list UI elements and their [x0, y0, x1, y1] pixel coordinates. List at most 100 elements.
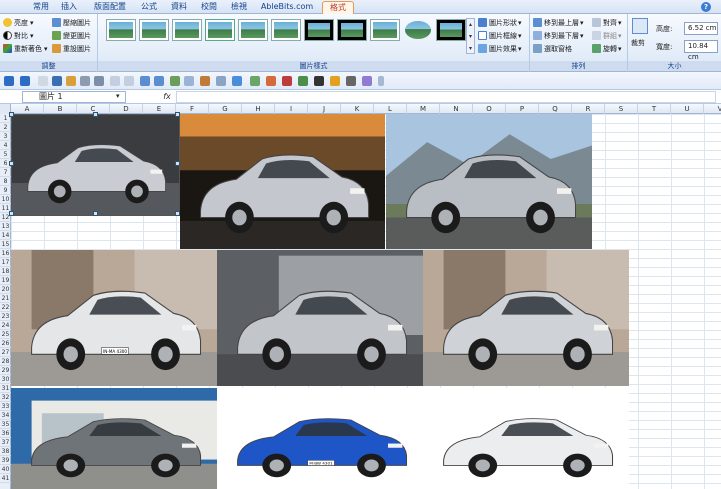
shape-tool-icon[interactable]	[200, 76, 210, 86]
formula-input[interactable]	[176, 91, 716, 103]
group-button[interactable]: 群組 ▾	[592, 30, 622, 41]
column-header[interactable]: A	[11, 104, 44, 114]
picture-style-4[interactable]	[205, 19, 235, 41]
row-header[interactable]: 22	[0, 303, 11, 312]
row-header[interactable]: 18	[0, 267, 11, 276]
table-icon[interactable]	[216, 76, 226, 86]
row-header[interactable]: 24	[0, 321, 11, 330]
selection-pane-button[interactable]: 選取窗格	[533, 43, 572, 54]
column-header[interactable]: U	[671, 104, 704, 114]
undo-icon[interactable]	[4, 76, 14, 86]
picture-style-9[interactable]	[370, 19, 400, 41]
row-header[interactable]: 33	[0, 402, 11, 411]
align-button[interactable]: 對齊 ▾	[592, 17, 622, 28]
car-photo[interactable]: M·BW 4301	[217, 388, 423, 489]
row-header[interactable]: 7	[0, 168, 11, 177]
column-header[interactable]: I	[275, 104, 308, 114]
picture-shape-button[interactable]: 圖片形狀 ▾	[478, 17, 522, 28]
macro-icon[interactable]	[298, 76, 308, 86]
contrast-button[interactable]: 對比 ▾	[3, 30, 34, 41]
column-header[interactable]: N	[440, 104, 473, 114]
tab-home[interactable]: 常用	[30, 1, 52, 14]
picture-effects-button[interactable]: 圖片效果 ▾	[478, 43, 522, 54]
name-box[interactable]: 圖片 1	[22, 91, 126, 103]
tab-page-layout[interactable]: 版面配置	[90, 1, 130, 14]
tab-ablebits[interactable]: AbleBits.com	[258, 1, 316, 14]
picture-style-11[interactable]	[436, 19, 466, 41]
draw-icon[interactable]	[250, 76, 260, 86]
image-icon[interactable]	[184, 76, 194, 86]
print-icon[interactable]	[80, 76, 90, 86]
resize-handle[interactable]	[93, 211, 98, 216]
selected-picture-frame[interactable]	[11, 114, 180, 216]
tab-view[interactable]: 檢視	[228, 1, 250, 14]
resize-handle[interactable]	[175, 112, 180, 117]
column-header[interactable]: L	[374, 104, 407, 114]
picture-style-2[interactable]	[139, 19, 169, 41]
fx-icon[interactable]: fx	[160, 91, 174, 103]
column-header[interactable]: R	[572, 104, 605, 114]
symbol-icon[interactable]	[110, 76, 120, 86]
row-header[interactable]: 40	[0, 465, 11, 474]
car-photo[interactable]	[11, 388, 217, 489]
row-header[interactable]: 2	[0, 123, 11, 132]
recolor-button[interactable]: 重新著色 ▾	[3, 43, 48, 54]
crop-icon[interactable]	[632, 18, 648, 34]
highlight-icon[interactable]	[330, 76, 340, 86]
resize-handle[interactable]	[9, 161, 14, 166]
car-photo[interactable]: IN-MA 4300	[11, 250, 217, 386]
column-header[interactable]: V	[704, 104, 721, 114]
row-header[interactable]: 39	[0, 456, 11, 465]
reset-picture-button[interactable]: 重設圖片	[52, 43, 91, 54]
tab-format[interactable]: 格式	[322, 1, 354, 14]
picture-style-3[interactable]	[172, 19, 202, 41]
width-field[interactable]: 10.84 cm	[684, 40, 718, 61]
row-header[interactable]: 30	[0, 375, 11, 384]
row-header[interactable]: 37	[0, 438, 11, 447]
column-header[interactable]: D	[110, 104, 143, 114]
row-header[interactable]: 14	[0, 231, 11, 240]
omega-icon[interactable]	[124, 76, 134, 86]
chevron-down-icon[interactable]: ▾	[116, 92, 120, 100]
row-header[interactable]: 20	[0, 285, 11, 294]
resize-handle[interactable]	[175, 161, 180, 166]
row-header[interactable]: 29	[0, 366, 11, 375]
filter-icon[interactable]	[154, 76, 164, 86]
resize-handle[interactable]	[9, 211, 14, 216]
row-header[interactable]: 26	[0, 339, 11, 348]
column-header[interactable]: F	[176, 104, 209, 114]
column-header[interactable]: H	[242, 104, 275, 114]
row-header[interactable]: 10	[0, 195, 11, 204]
row-header[interactable]: 32	[0, 393, 11, 402]
resize-handle[interactable]	[9, 112, 14, 117]
row-header[interactable]: 8	[0, 177, 11, 186]
compress-pictures-button[interactable]: 壓縮圖片	[52, 17, 91, 28]
row-header[interactable]: 38	[0, 447, 11, 456]
row-header[interactable]: 15	[0, 240, 11, 249]
car-photo[interactable]	[423, 388, 629, 489]
brightness-button[interactable]: 亮度 ▾	[3, 17, 34, 28]
picture-style-6[interactable]	[271, 19, 301, 41]
picture-style-5[interactable]	[238, 19, 268, 41]
open-icon[interactable]	[66, 76, 76, 86]
column-header[interactable]: K	[341, 104, 374, 114]
text-box-icon[interactable]	[232, 76, 242, 86]
customize-icon[interactable]	[378, 76, 384, 86]
row-header[interactable]: 35	[0, 420, 11, 429]
picture-style-8[interactable]	[337, 19, 367, 41]
column-header[interactable]: Q	[539, 104, 572, 114]
row-header[interactable]: 27	[0, 348, 11, 357]
column-header[interactable]: P	[506, 104, 539, 114]
preview-icon[interactable]	[94, 76, 104, 86]
row-header[interactable]: 4	[0, 141, 11, 150]
column-header[interactable]: B	[44, 104, 77, 114]
picture-style-10[interactable]	[403, 19, 433, 41]
row-header[interactable]: 28	[0, 357, 11, 366]
style-tool-icon[interactable]	[362, 76, 372, 86]
row-header[interactable]: 9	[0, 186, 11, 195]
column-header[interactable]: T	[638, 104, 671, 114]
camera-icon[interactable]	[314, 76, 324, 86]
car-photo[interactable]	[180, 114, 385, 249]
contrast-tool-icon[interactable]	[346, 76, 356, 86]
column-header[interactable]: E	[143, 104, 176, 114]
